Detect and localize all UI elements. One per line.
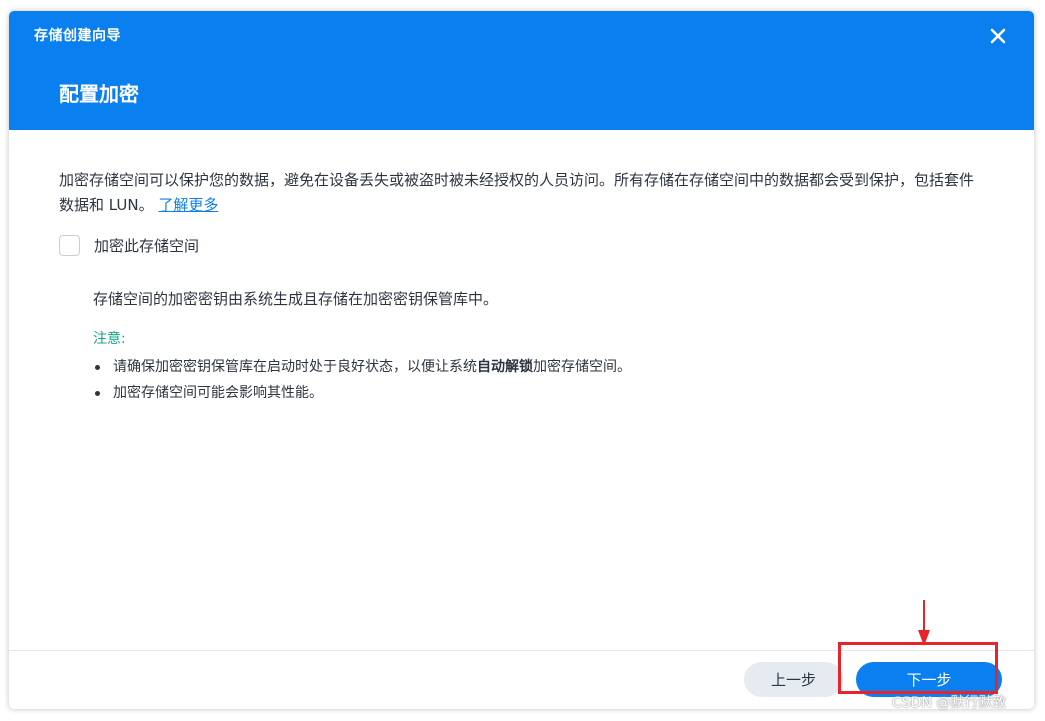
dialog-content: 加密存储空间可以保护您的数据，避免在设备丢失或被盗时被未经授权的人员访问。所有存…	[9, 130, 1034, 650]
notes-title: 注意:	[93, 331, 126, 347]
step-title: 配置加密	[59, 82, 139, 106]
bullet-icon	[95, 365, 100, 370]
note-item: 请确保加密密钥保管库在启动时处于良好状态，以便让系统自动解锁加密存储空间。	[93, 354, 631, 380]
key-vault-note: 存储空间的加密密钥由系统生成且存储在加密密钥保管库中。	[93, 290, 499, 308]
dialog-header: 存储创建向导 配置加密	[9, 11, 1034, 130]
note-bold-text: 自动解锁	[477, 359, 533, 375]
encrypt-checkbox-label[interactable]: 加密此存储空间	[94, 235, 199, 256]
note-text: 加密存储空间。	[533, 359, 631, 375]
note-item: 加密存储空间可能会影响其性能。	[93, 380, 631, 406]
encrypt-checkbox[interactable]	[59, 234, 80, 256]
previous-button[interactable]: 上一步	[744, 662, 843, 697]
storage-wizard-dialog: 存储创建向导 配置加密 加密存储空间可以保护您的数据，避免在设备丢失或被盗时被未…	[9, 11, 1034, 709]
bullet-icon	[95, 391, 100, 396]
note-text: 请确保加密密钥保管库在启动时处于良好状态，以便让系统	[113, 359, 477, 375]
note-text: 加密存储空间可能会影响其性能。	[113, 385, 323, 401]
window-title: 存储创建向导	[34, 28, 121, 44]
close-button[interactable]	[986, 24, 1010, 48]
watermark: CSDN @默行默致	[892, 695, 1007, 711]
notes-list: 请确保加密密钥保管库在启动时处于良好状态，以便让系统自动解锁加密存储空间。 加密…	[93, 354, 631, 406]
dialog-footer: 上一步 下一步	[9, 650, 1034, 709]
learn-more-link[interactable]: 了解更多	[158, 196, 218, 214]
encrypt-storage-option[interactable]: 加密此存储空间	[59, 233, 199, 257]
encryption-description: 加密存储空间可以保护您的数据，避免在设备丢失或被盗时被未经授权的人员访问。所有存…	[59, 168, 979, 218]
close-icon	[990, 28, 1006, 44]
